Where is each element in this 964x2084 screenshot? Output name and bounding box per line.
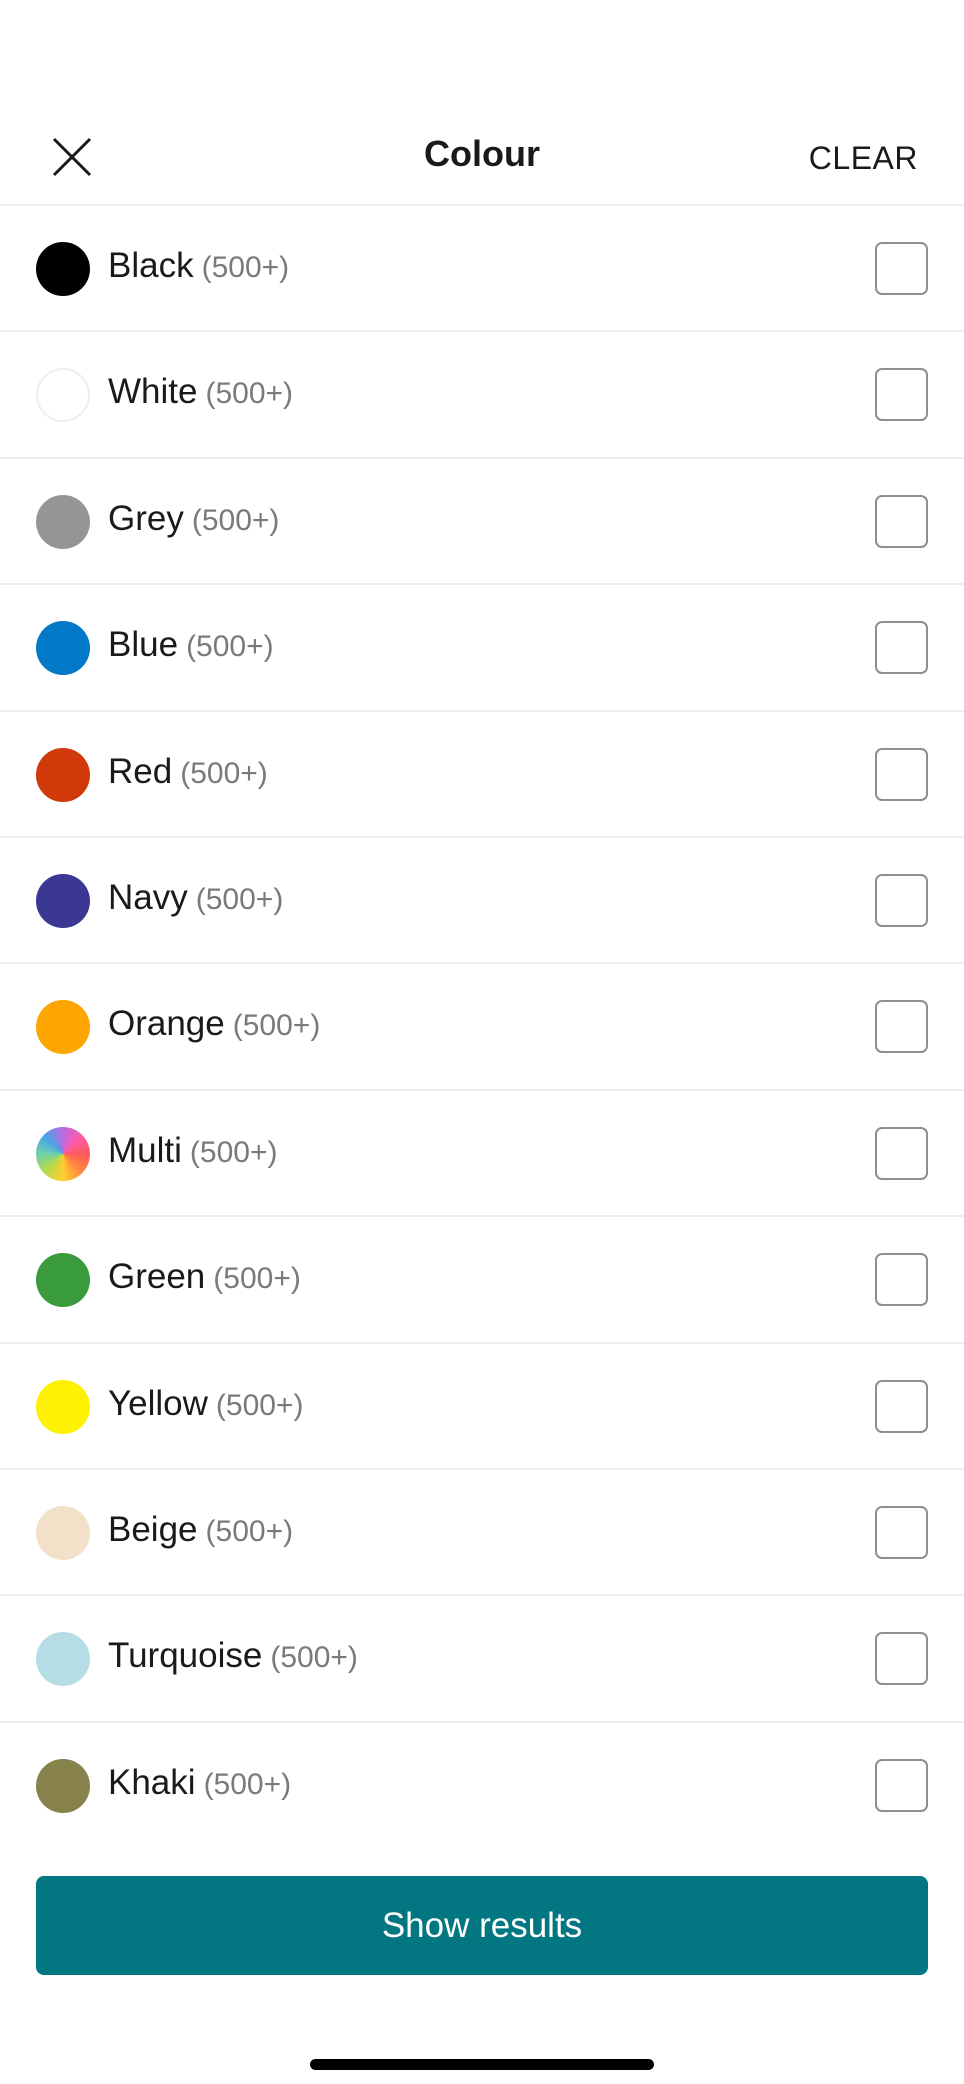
colour-label: Red (500+) <box>108 752 268 792</box>
colour-name: Yellow <box>108 1383 208 1423</box>
colour-swatch-icon <box>36 1126 90 1181</box>
colour-name: Orange <box>108 1004 225 1044</box>
colour-label: Multi (500+) <box>108 1131 277 1171</box>
colour-count: (500+) <box>191 503 280 537</box>
colour-count: (500+) <box>195 882 284 916</box>
colour-checkbox[interactable] <box>875 368 928 422</box>
colour-swatch-icon <box>36 1632 90 1687</box>
colour-count: (500+) <box>215 1388 304 1422</box>
colour-swatch-icon <box>36 873 90 928</box>
colour-label: Green (500+) <box>108 1257 301 1297</box>
colour-swatch-icon <box>36 747 90 802</box>
colour-label: Grey (500+) <box>108 499 279 539</box>
colour-label: Beige (500+) <box>108 1510 293 1550</box>
colour-checkbox[interactable] <box>875 873 928 927</box>
colour-swatch-icon <box>36 368 90 423</box>
colour-swatch-icon <box>36 621 90 676</box>
colour-name: Green <box>108 1257 206 1297</box>
colour-count: (500+) <box>180 756 268 790</box>
colour-count: (500+) <box>205 1514 294 1548</box>
colour-swatch-icon <box>36 1253 90 1308</box>
colour-option-multi[interactable]: Multi (500+) <box>0 1091 964 1218</box>
colour-name: Blue <box>108 625 179 665</box>
colour-swatch-icon <box>36 1000 90 1055</box>
colour-checkbox[interactable] <box>875 1632 928 1686</box>
colour-checkbox[interactable] <box>875 1000 928 1054</box>
colour-checkbox[interactable] <box>875 621 928 675</box>
colour-swatch-icon <box>36 1758 90 1813</box>
colour-option-red[interactable]: Red (500+) <box>0 712 964 838</box>
colour-option-grey[interactable]: Grey (500+) <box>0 459 964 586</box>
colour-count: (500+) <box>213 1262 301 1296</box>
colour-count: (500+) <box>201 251 290 284</box>
colour-checkbox[interactable] <box>875 1253 928 1307</box>
home-indicator[interactable] <box>310 2059 654 2070</box>
colour-count: (500+) <box>203 1767 292 1801</box>
colour-checkbox[interactable] <box>875 1126 928 1180</box>
colour-swatch-icon <box>36 494 90 549</box>
colour-option-blue[interactable]: Blue (500+) <box>0 585 964 712</box>
colour-option-white[interactable]: White (500+) <box>0 332 964 459</box>
colour-name: Red <box>108 751 173 791</box>
show-results-button[interactable]: Show results <box>36 1876 928 1975</box>
colour-label: Orange (500+) <box>108 1004 320 1044</box>
colour-count: (500+) <box>232 1009 321 1043</box>
colour-option-green[interactable]: Green (500+) <box>0 1217 964 1344</box>
colour-checkbox[interactable] <box>875 1505 928 1559</box>
colour-count: (500+) <box>270 1641 358 1675</box>
colour-name: Navy <box>108 877 188 917</box>
colour-label: Navy (500+) <box>108 878 283 918</box>
colour-checkbox[interactable] <box>875 1379 928 1433</box>
colour-option-turquoise[interactable]: Turquoise (500+) <box>0 1596 964 1723</box>
clear-button[interactable]: CLEAR <box>809 140 918 177</box>
colour-label: Yellow (500+) <box>108 1384 303 1424</box>
colour-name: Multi <box>108 1130 182 1170</box>
colour-swatch-icon <box>36 1505 90 1560</box>
colour-checkbox[interactable] <box>875 1758 928 1812</box>
colour-option-yellow[interactable]: Yellow (500+) <box>0 1344 964 1470</box>
colour-option-khaki[interactable]: Khaki (500+) <box>0 1723 964 1849</box>
colour-label: Khaki (500+) <box>108 1763 291 1803</box>
colour-checkbox[interactable] <box>875 242 928 295</box>
colour-label: Black (500+) <box>108 246 289 286</box>
colour-option-navy[interactable]: Navy (500+) <box>0 838 964 965</box>
colour-name: Turquoise <box>108 1636 263 1676</box>
colour-swatch-icon <box>36 242 90 296</box>
filter-header: Colour CLEAR <box>0 100 964 206</box>
colour-label: Blue (500+) <box>108 625 274 665</box>
colour-option-black[interactable]: Black (500+) <box>0 206 964 333</box>
colour-checkbox[interactable] <box>875 494 928 548</box>
colour-label: Turquoise (500+) <box>108 1636 358 1676</box>
colour-name: Black <box>108 246 194 285</box>
colour-option-orange[interactable]: Orange (500+) <box>0 964 964 1091</box>
colour-swatch-icon <box>36 1379 90 1434</box>
colour-name: Beige <box>108 1509 198 1549</box>
colour-name: Khaki <box>108 1762 196 1802</box>
colour-checkbox[interactable] <box>875 747 928 801</box>
colour-name: White <box>108 372 198 412</box>
colour-count: (500+) <box>186 630 274 664</box>
colour-option-beige[interactable]: Beige (500+) <box>0 1470 964 1597</box>
colour-count: (500+) <box>205 377 294 411</box>
colour-list: Black (500+) White (500+) Grey (500+) Blue (500… <box>0 206 964 1849</box>
colour-label: White (500+) <box>108 372 293 412</box>
colour-name: Grey <box>108 498 184 538</box>
colour-count: (500+) <box>189 1135 278 1169</box>
